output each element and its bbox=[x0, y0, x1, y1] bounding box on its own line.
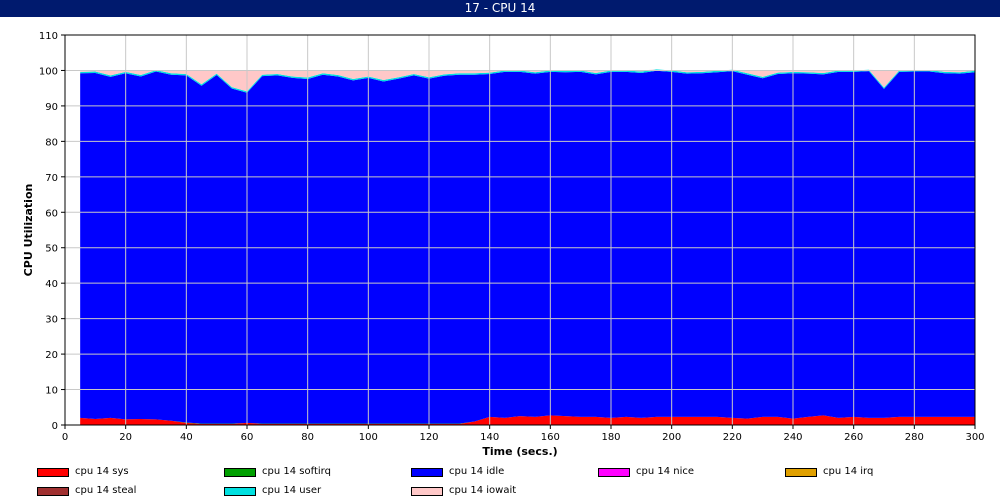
y-tick-label: 20 bbox=[45, 350, 58, 361]
x-axis-ticks: 0 20 40 60 80 100 120 140 160 180 200 220 240 260 280 3… bbox=[62, 425, 985, 443]
x-tick-label: 80 bbox=[301, 432, 314, 443]
x-tick-label: 300 bbox=[965, 432, 984, 443]
y-tick-label: 100 bbox=[39, 66, 58, 77]
stacked-area-layers bbox=[65, 35, 976, 425]
x-tick-label: 60 bbox=[241, 432, 254, 443]
x-tick-label: 160 bbox=[541, 432, 560, 443]
y-axis-ticks: 0 10 20 30 40 50 60 70 80 90 100 110 bbox=[39, 31, 65, 432]
y-tick-label: 30 bbox=[45, 315, 58, 326]
cpu-utilization-chart: 0 20 40 60 80 100 120 140 160 180 200 220 240 260 280 3… bbox=[22, 31, 985, 458]
y-tick-label: 80 bbox=[45, 137, 58, 148]
x-tick-label: 40 bbox=[180, 432, 193, 443]
y-tick-label: 0 bbox=[52, 421, 58, 432]
y-tick-label: 60 bbox=[45, 208, 58, 219]
y-tick-label: 90 bbox=[45, 102, 58, 113]
x-tick-label: 140 bbox=[480, 432, 499, 443]
x-tick-label: 260 bbox=[844, 432, 863, 443]
y-tick-label: 50 bbox=[45, 244, 58, 255]
window-title: 17 - CPU 14 bbox=[0, 0, 1000, 17]
x-tick-label: 200 bbox=[662, 432, 681, 443]
y-tick-label: 70 bbox=[45, 173, 58, 184]
x-tick-label: 240 bbox=[783, 432, 802, 443]
x-tick-label: 220 bbox=[723, 432, 742, 443]
x-tick-label: 120 bbox=[419, 432, 438, 443]
y-tick-label: 10 bbox=[45, 386, 58, 397]
x-tick-label: 180 bbox=[601, 432, 620, 443]
x-axis-label: Time (secs.) bbox=[482, 445, 557, 458]
x-tick-label: 0 bbox=[62, 432, 68, 443]
x-tick-label: 20 bbox=[119, 432, 132, 443]
x-tick-label: 280 bbox=[905, 432, 924, 443]
y-tick-label: 110 bbox=[39, 31, 58, 42]
area-cpu-14-idle bbox=[80, 70, 976, 424]
y-tick-label: 40 bbox=[45, 279, 58, 290]
x-tick-label: 100 bbox=[359, 432, 378, 443]
y-axis-label: CPU Utilization bbox=[22, 184, 35, 277]
